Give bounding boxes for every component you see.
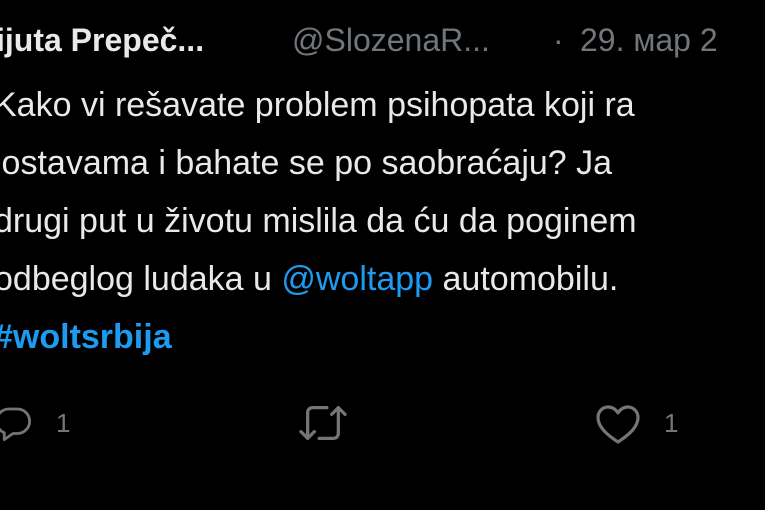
reply-count: 1 (56, 407, 71, 438)
tweet-text-line: drugi put u životu mislila da ću da pogi… (0, 202, 637, 240)
tweet-text-line: odbeglog ludaka u @woltapp automobilu. (0, 250, 765, 308)
reply-button[interactable]: 1 (0, 398, 70, 448)
like-count: 1 (664, 407, 679, 438)
tweet-text-line: Kako vi rešavate problem psihopata koji … (0, 86, 635, 124)
like-button[interactable]: 1 (594, 398, 678, 448)
tweet-text-segment: automobilu. (433, 260, 619, 298)
mention-link[interactable]: @woltapp (281, 260, 433, 298)
tweet-header: ijuta Prepeč... @SlozenaR... · 29. мар 2 (0, 14, 765, 66)
hashtag-link[interactable]: #woltsrbija (0, 318, 172, 356)
author-handle[interactable]: @SlozenaR... (292, 14, 490, 66)
reply-icon (0, 402, 34, 444)
separator-dot: · (553, 22, 564, 58)
retweet-icon (296, 400, 350, 446)
author-name[interactable]: ijuta Prepeč... (0, 14, 204, 66)
tweet-date[interactable]: 29. мар 2 (580, 14, 718, 66)
tweet-text-line: #woltsrbija (0, 308, 765, 366)
retweet-button[interactable] (296, 398, 350, 448)
tweet-text-line: lostavama i bahate se po saobraćaju? Ja (0, 144, 613, 182)
tweet-body: Kako vi rešavate problem psihopata koji … (0, 76, 765, 366)
heart-icon (594, 401, 642, 445)
tweet-text-segment: odbeglog ludaka u (0, 260, 282, 298)
